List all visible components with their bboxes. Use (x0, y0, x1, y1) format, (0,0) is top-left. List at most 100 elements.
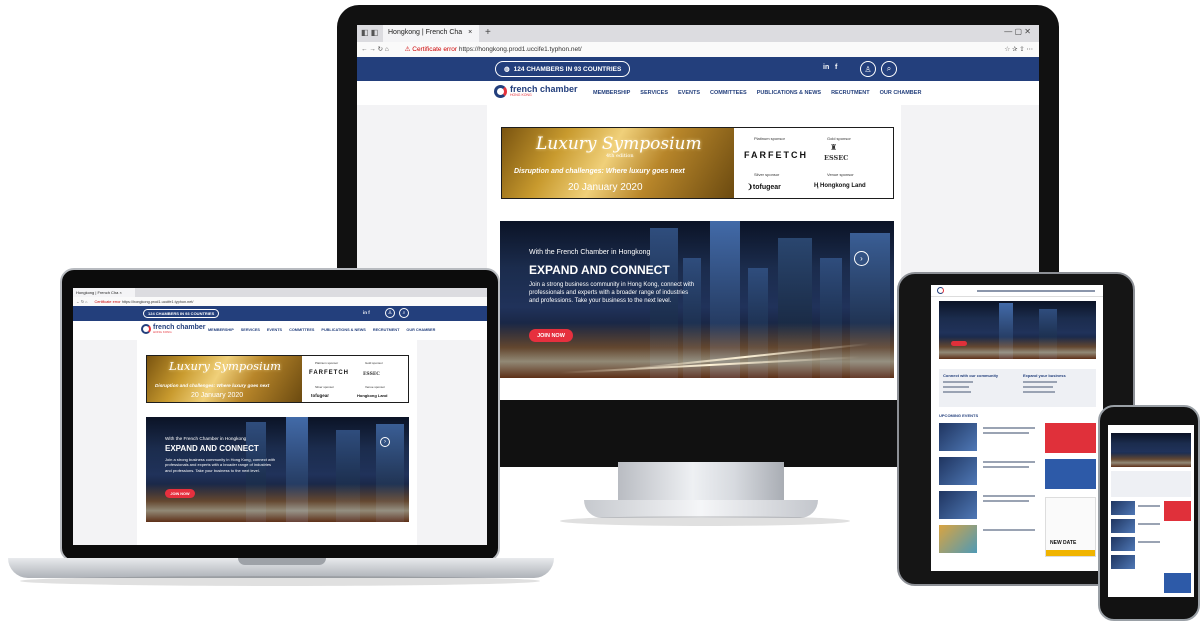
laptop-join-now-button[interactable]: JOIN NOW (165, 489, 195, 498)
text-line (983, 500, 1029, 502)
hongkong-land-icon: Ⱨ (814, 183, 819, 189)
laptop-nav-membership[interactable]: MEMBERSHIP (208, 328, 234, 332)
tablet-header (931, 285, 1103, 297)
tablet-join-button[interactable] (951, 341, 967, 346)
tablet-side-ad[interactable]: NEW DATE (1045, 497, 1096, 557)
event-thumb[interactable] (939, 423, 977, 451)
new-tab-icon[interactable]: + (485, 27, 491, 38)
phone-blue-ad[interactable] (1164, 573, 1191, 593)
laptop-browser-tab[interactable]: Hongkong | French Cha × (73, 288, 135, 297)
tab-title: Hongkong | French Cha (388, 29, 463, 36)
laptop-chevron-right-icon[interactable]: › (380, 437, 390, 447)
text-line (983, 432, 1029, 434)
nav-buttons-icon[interactable]: ← → ↻ ⌂ (361, 46, 389, 53)
phone-event-thumb[interactable] (1111, 519, 1135, 533)
text-line (983, 427, 1035, 429)
laptop-site-logo[interactable]: french chamber HONG KONG (141, 324, 206, 334)
user-icon[interactable]: ♙ (860, 61, 876, 77)
certificate-warning-icon[interactable]: ⚠ (405, 46, 411, 53)
site-logo[interactable]: french chamber HONG KONG (494, 85, 578, 98)
tablet-logo-icon[interactable] (937, 287, 944, 294)
laptop-search-icon[interactable]: ⌕ (399, 308, 409, 318)
window-controls-icon[interactable]: — ▢ ✕ (1004, 27, 1031, 36)
laptop-nav-events[interactable]: EVENTS (267, 328, 282, 332)
nav-services[interactable]: SERVICES (640, 90, 668, 96)
hero-section: With the French Chamber in Hongkong EXPA… (500, 221, 894, 378)
back-tab-icon[interactable]: ◧ ◧ (361, 28, 378, 37)
tablet-connect-section: Connect with our community Expand your b… (939, 369, 1096, 407)
search-icon[interactable]: ⌕ (881, 61, 897, 77)
laptop-header: french chamber HONG KONG MEMBERSHIP SERV… (73, 321, 487, 340)
laptop-tofugear-logo: tofugear (311, 393, 329, 398)
laptop-banner-date: 20 January 2020 (191, 392, 244, 399)
laptop-farfetch-logo: FARFETCH (309, 370, 349, 376)
text-line (943, 391, 971, 393)
laptop-nav-buttons-icon[interactable]: ← ↻ ⌂ (76, 300, 87, 304)
nav-membership[interactable]: MEMBERSHIP (593, 90, 630, 96)
laptop-social-icons[interactable]: in f (363, 310, 370, 315)
address-bar[interactable]: ← → ↻ ⌂ ⚠ Certificate error https://hong… (357, 42, 1039, 57)
event-thumb[interactable] (939, 457, 977, 485)
laptop-certificate-warning: Certificate error (94, 300, 121, 304)
join-now-button[interactable]: JOIN NOW (529, 329, 573, 342)
tablet-hero (939, 301, 1096, 359)
tablet-blue-ad[interactable] (1045, 459, 1096, 489)
laptop-address-bar[interactable]: ← ↻ ⌂ Certificate error https://hongkong… (73, 297, 487, 306)
text-line (943, 386, 969, 388)
laptop-platinum-label: Platinum sponsor (315, 361, 339, 365)
symposium-banner[interactable]: Luxury Symposium 4th edition Disruption … (501, 127, 894, 199)
nav-our-chamber[interactable]: OUR CHAMBER (880, 90, 922, 96)
laptop-notch (238, 558, 326, 565)
phone-red-ad[interactable] (1164, 501, 1191, 521)
laptop-logo-subtext: HONG KONG (153, 330, 172, 334)
tablet-red-ad[interactable] (1045, 423, 1096, 453)
tablet-expand-title: Expand your business (1023, 373, 1066, 378)
nav-publications[interactable]: PUBLICATIONS & NEWS (757, 90, 821, 96)
phone-hero (1111, 433, 1191, 467)
phone-event-thumb[interactable] (1111, 501, 1135, 515)
farfetch-logo: FARFETCH (744, 150, 808, 160)
tofugear-logo: ❩tofugear (747, 184, 781, 191)
phone-event-thumb[interactable] (1111, 555, 1135, 569)
laptop-top-bar: 124 CHAMBERS IN 93 COUNTRIES in f ♙ ⌕ (73, 306, 487, 321)
laptop-chambers-pill[interactable]: 124 CHAMBERS IN 93 COUNTRIES (143, 309, 220, 318)
laptop-user-icon[interactable]: ♙ (385, 308, 395, 318)
banner-edition: 4th edition (606, 153, 634, 159)
facebook-icon[interactable]: f (835, 64, 837, 71)
event-thumb[interactable] (939, 525, 977, 553)
laptop-nav-services[interactable]: SERVICES (241, 328, 260, 332)
toolbar-icons[interactable]: ☆ ✰ ⇪ ⋯ (1004, 45, 1033, 53)
nav-recrutment[interactable]: RECRUTMENT (831, 90, 870, 96)
laptop-browser-chrome: Hongkong | French Cha × ← ↻ ⌂ Certificat… (73, 288, 487, 306)
phone-connect-section (1111, 471, 1191, 497)
certificate-warning: Certificate error (412, 46, 458, 53)
laptop-nav-our-chamber[interactable]: OUR CHAMBER (406, 328, 435, 332)
chambers-pill[interactable]: ◍ 124 CHAMBERS IN 93 COUNTRIES (495, 61, 631, 77)
banner-tagline: Disruption and challenges: Where luxury … (514, 168, 685, 175)
phone-light-trails (1111, 453, 1191, 467)
tablet-nav[interactable] (977, 290, 1095, 292)
text-line (1138, 541, 1160, 543)
text-line (1023, 391, 1055, 393)
laptop-nav-recrutment[interactable]: RECRUTMENT (373, 328, 400, 332)
browser-tab[interactable]: Hongkong | French Cha × (383, 25, 479, 42)
text-line (1138, 505, 1160, 507)
laptop-nav-publications[interactable]: PUBLICATIONS & NEWS (321, 328, 365, 332)
phone-event-thumb[interactable] (1111, 537, 1135, 551)
close-tab-icon[interactable]: × (468, 29, 472, 36)
laptop-logo-mark-icon (141, 324, 151, 334)
address-url: https://hongkong.prod1.uccife1.typhon.ne… (458, 46, 582, 53)
event-thumb[interactable] (939, 491, 977, 519)
laptop-symposium-banner[interactable]: Luxury Symposium Disruption and challeng… (146, 355, 409, 403)
chevron-right-icon[interactable]: › (854, 251, 869, 266)
laptop-tab-title: Hongkong | French Cha (76, 290, 119, 295)
laptop-shadow (20, 576, 540, 586)
text-line (983, 495, 1035, 497)
nav-committees[interactable]: COMMITTEES (710, 90, 747, 96)
globe-icon: ◍ (504, 66, 510, 73)
nav-events[interactable]: EVENTS (678, 90, 700, 96)
linkedin-icon[interactable]: in (823, 64, 829, 71)
tablet-screen: Connect with our community Expand your b… (931, 285, 1103, 571)
laptop-nav-committees[interactable]: COMMITTEES (289, 328, 314, 332)
browser-chrome: ◧ ◧ Hongkong | French Cha × + — ▢ ✕ ← → … (357, 25, 1039, 57)
